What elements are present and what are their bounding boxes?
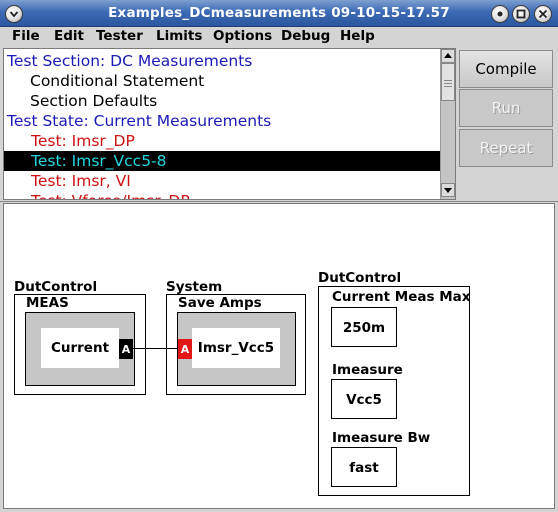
- list-item-test-state[interactable]: Test State: Current Measurements: [4, 111, 441, 131]
- block3-group-label: DutControl: [318, 270, 402, 286]
- list-item-test-imsr-vi[interactable]: Test: Imsr, VI: [4, 171, 441, 191]
- flow-canvas[interactable]: DutControl MEAS Current A System Save Am…: [3, 203, 555, 509]
- list-item-test-imsr-dp[interactable]: Test: Imsr_DP: [4, 131, 441, 151]
- maximize-icon[interactable]: [512, 5, 530, 23]
- list-item-test-vforce-imsr-dp[interactable]: Test: Vforce/Imsr_DP: [4, 191, 441, 199]
- list-item-section-defaults[interactable]: Section Defaults: [4, 91, 441, 111]
- scroll-down-icon[interactable]: [441, 183, 455, 197]
- list-item-conditional-statement[interactable]: Conditional Statement: [4, 71, 441, 91]
- field-value-imeasure[interactable]: Vcc5: [331, 379, 397, 419]
- block1-name-label: MEAS: [26, 295, 69, 311]
- repeat-button[interactable]: Repeat: [459, 129, 553, 167]
- run-button[interactable]: Run: [459, 89, 553, 127]
- block1-value: Current: [41, 328, 119, 368]
- compile-button[interactable]: Compile: [459, 50, 553, 88]
- field-value-current-meas-max[interactable]: 250m: [331, 307, 397, 347]
- list-item-test-section[interactable]: Test Section: DC Measurements: [4, 51, 441, 71]
- title-bar: Examples_DCmeasurements 09-10-15-17.57: [0, 0, 558, 27]
- menu-help[interactable]: Help: [340, 28, 375, 44]
- block2-input-port[interactable]: A: [178, 339, 192, 359]
- menu-limits[interactable]: Limits: [156, 28, 202, 44]
- menu-edit[interactable]: Edit: [54, 28, 84, 44]
- block2-name-label: Save Amps: [178, 295, 262, 311]
- menu-tester[interactable]: Tester: [96, 28, 143, 44]
- list-scrollbar[interactable]: [440, 49, 455, 199]
- block2-group-label: System: [166, 279, 223, 295]
- block1-group-label: DutControl: [14, 279, 98, 295]
- field-label-imeasure-bw: Imeasure Bw: [332, 430, 431, 446]
- close-icon[interactable]: [534, 5, 552, 23]
- menu-bar: File Edit Tester Limits Options Debug He…: [0, 27, 558, 48]
- menu-file[interactable]: File: [12, 28, 40, 44]
- scroll-up-icon[interactable]: [441, 49, 455, 63]
- test-tree-list[interactable]: Test Section: DC Measurements Conditiona…: [3, 48, 456, 200]
- minimize-icon[interactable]: [491, 5, 509, 23]
- block2-value: Imsr_Vcc5: [192, 328, 280, 368]
- field-value-imeasure-bw[interactable]: fast: [331, 447, 397, 487]
- field-label-imeasure: Imeasure: [332, 362, 403, 378]
- window-title: Examples_DCmeasurements 09-10-15-17.57: [108, 5, 450, 21]
- pane-divider[interactable]: [0, 201, 558, 202]
- list-item-test-imsr-vcc5-8[interactable]: Test: Imsr_Vcc5-8: [4, 151, 441, 171]
- menu-debug[interactable]: Debug: [281, 28, 330, 44]
- block1-output-port[interactable]: A: [119, 339, 133, 359]
- field-label-current-meas-max: Current Meas Max: [332, 289, 471, 305]
- scroll-thumb[interactable]: [441, 63, 455, 101]
- menu-options[interactable]: Options: [213, 28, 272, 44]
